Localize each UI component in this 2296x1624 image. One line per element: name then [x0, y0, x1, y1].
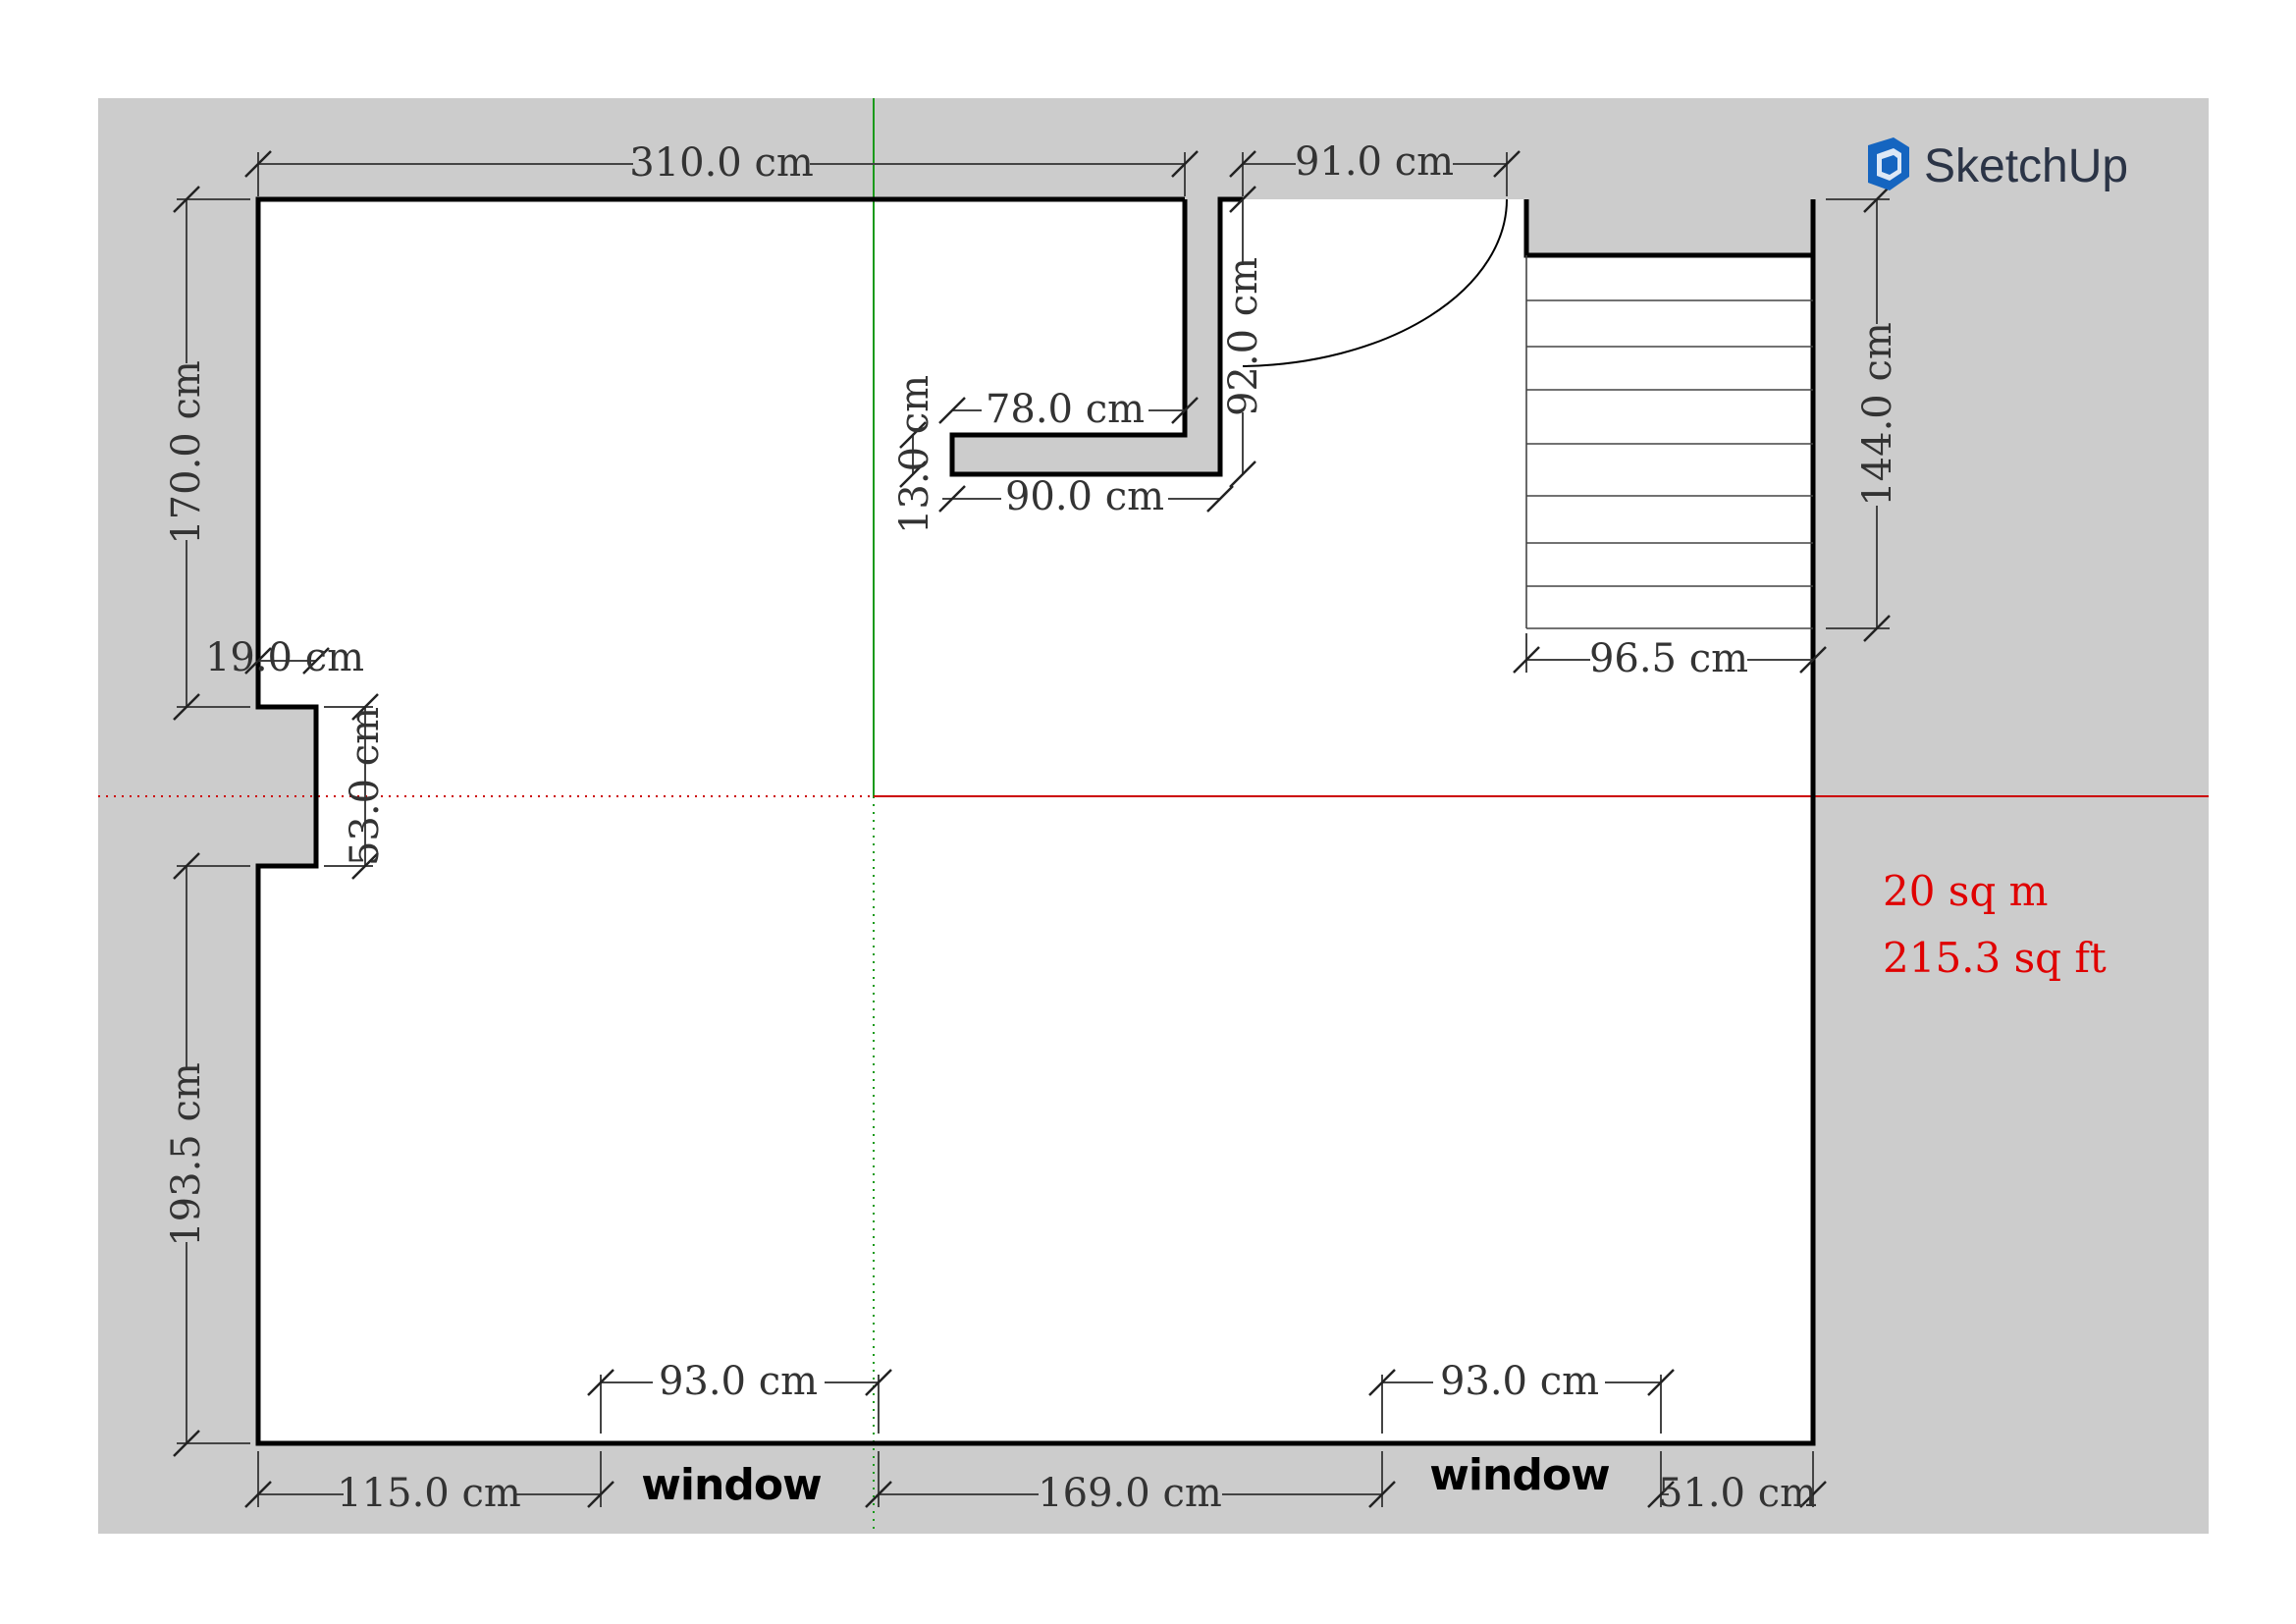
area-metric: 20 sq m: [1883, 867, 2048, 915]
dim-bottom-seg-2: 169.0 cm: [1038, 1471, 1222, 1516]
dim-stair-width: 96.5 cm: [1589, 636, 1748, 681]
dim-left-upper-height: 170.0 cm: [164, 360, 209, 545]
sketchup-wordmark: SketchUp: [1924, 140, 2128, 192]
dim-bottom-seg-1: 115.0 cm: [337, 1471, 521, 1516]
dim-left-lower-height: 193.5 cm: [164, 1062, 209, 1247]
dim-window-left-width: 93.0 cm: [659, 1359, 818, 1404]
dim-left-recess-height: 53.0 cm: [343, 707, 388, 866]
dim-top-left-width: 310.0 cm: [629, 140, 814, 186]
dim-top-door-width: 91.0 cm: [1295, 139, 1454, 185]
dim-stair-height: 144.0 cm: [1855, 322, 1900, 507]
dim-inner-wall-top: 78.0 cm: [986, 387, 1145, 432]
window-label-right: window: [1429, 1450, 1610, 1500]
dim-inner-wall-thickness: 13.0 cm: [892, 375, 937, 534]
dim-window-right-width: 93.0 cm: [1440, 1359, 1599, 1404]
window-label-left: window: [641, 1460, 822, 1510]
dim-inner-wall-bottom: 90.0 cm: [1005, 474, 1164, 519]
floor-plan-canvas: 310.0 cm 91.0 cm 170.0 cm 19.0 cm 53.0 c…: [98, 98, 2209, 1534]
dim-bottom-seg-3: 51.0 cm: [1658, 1471, 1817, 1516]
dim-left-recess-depth: 19.0 cm: [205, 635, 364, 680]
area-imperial: 215.3 sq ft: [1883, 934, 2107, 982]
dim-door-wall-length: 92.0 cm: [1221, 257, 1266, 416]
